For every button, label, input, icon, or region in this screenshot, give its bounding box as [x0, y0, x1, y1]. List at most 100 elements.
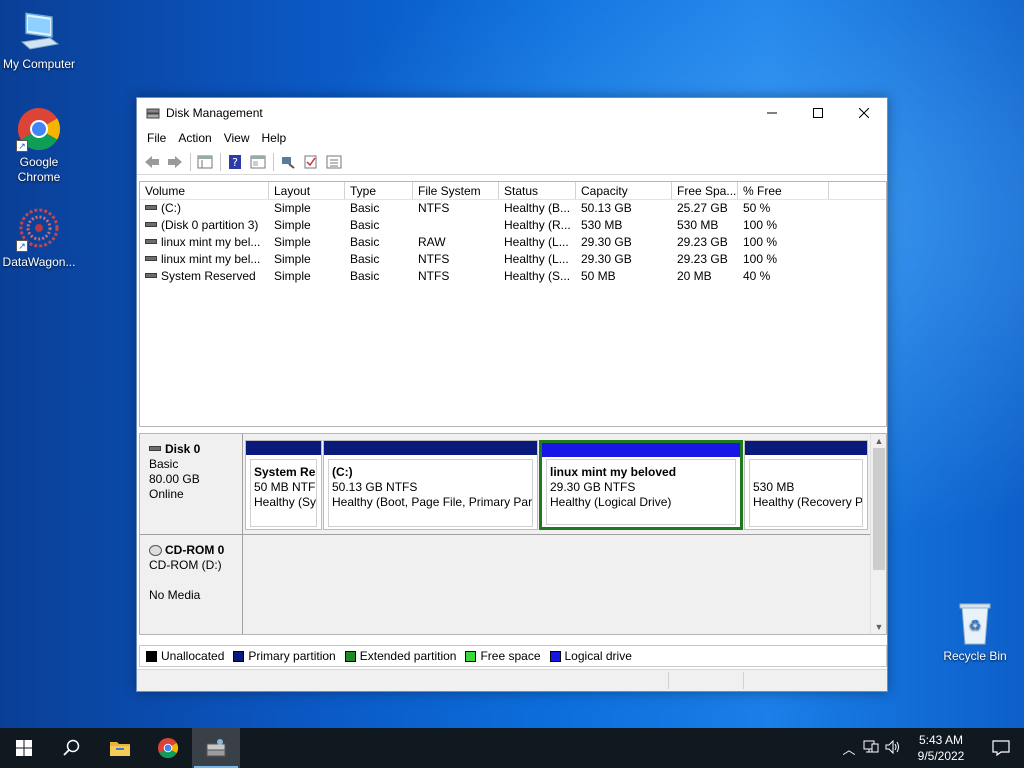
- cdrom-0-label[interactable]: CD-ROM 0 CD-ROM (D:) No Media: [140, 535, 243, 634]
- desktop-icon-label: Recycle Bin: [943, 649, 1007, 663]
- cell-layout: Simple: [274, 252, 311, 266]
- properties-icon: [197, 155, 213, 168]
- system-tray: ︿ 5:43 AM 9/5/2022: [838, 728, 1024, 768]
- disk-0-label[interactable]: Disk 0 Basic 80.00 GB Online: [140, 434, 243, 534]
- search-icon: [63, 739, 80, 756]
- search-button[interactable]: [48, 728, 96, 768]
- cell-free-space: 29.23 GB: [677, 235, 728, 249]
- column-header-capacity[interactable]: Capacity: [576, 182, 672, 199]
- back-icon: [145, 155, 159, 168]
- table-row[interactable]: linux mint my bel... Simple Basic NTFS H…: [140, 251, 886, 268]
- partition-linux-mint-logical[interactable]: linux mint my beloved 29.30 GB NTFS Heal…: [539, 440, 743, 530]
- desktop-icon-datawagon[interactable]: ↗ DataWagon...: [0, 206, 78, 270]
- toolbar-separator: [273, 152, 274, 171]
- list-view-button[interactable]: [323, 152, 345, 172]
- partition-c-drive[interactable]: (C:) 50.13 GB NTFS Healthy (Boot, Page F…: [323, 440, 538, 530]
- list-view-icon: [326, 155, 342, 168]
- minimize-button[interactable]: [749, 98, 795, 127]
- cell-type: Basic: [350, 218, 380, 232]
- menu-file[interactable]: File: [141, 131, 172, 145]
- connect-button[interactable]: [277, 152, 299, 172]
- legend-item: Primary partition: [233, 649, 336, 663]
- volume-icon: [145, 256, 157, 262]
- menu-help[interactable]: Help: [256, 131, 293, 145]
- vertical-scrollbar[interactable]: ▲ ▼: [870, 434, 886, 634]
- clock-time: 5:43 AM: [918, 733, 964, 747]
- cell-file-system: NTFS: [418, 269, 450, 283]
- cell-status: Healthy (L...: [504, 235, 569, 249]
- toolbar-separator: [190, 152, 191, 171]
- minimize-icon: [767, 112, 777, 113]
- column-header-volume[interactable]: Volume: [140, 182, 269, 199]
- volume-icon: [145, 273, 157, 279]
- console-tree-button[interactable]: [247, 152, 269, 172]
- help-icon: ?: [229, 154, 241, 169]
- cell-type: Basic: [350, 252, 380, 266]
- desktop-icon-google-chrome[interactable]: ↗ Google Chrome: [0, 106, 78, 185]
- console-tree-icon: [250, 155, 266, 168]
- legend-item: Logical drive: [549, 649, 632, 663]
- legend: Unallocated Primary partition Extended p…: [139, 645, 887, 667]
- taskbar-chrome[interactable]: [144, 728, 192, 768]
- menu-view[interactable]: View: [218, 131, 256, 145]
- notification-center-button[interactable]: [978, 740, 1024, 756]
- legend-swatch-logical: [549, 650, 561, 662]
- partition-recovery[interactable]: 530 MB Healthy (Recovery Pa: [744, 440, 868, 530]
- disk-graphical-view: Disk 0 Basic 80.00 GB Online System Res …: [139, 433, 887, 635]
- column-header-empty: [829, 182, 886, 199]
- disk-0-row: Disk 0 Basic 80.00 GB Online System Res …: [140, 434, 872, 534]
- shortcut-arrow-icon: ↗: [16, 140, 28, 152]
- forward-button[interactable]: [164, 152, 186, 172]
- column-header-percent-free[interactable]: % Free: [738, 182, 829, 199]
- back-button[interactable]: [141, 152, 163, 172]
- partition-system-reserved[interactable]: System Res 50 MB NTFS Healthy (Sys: [245, 440, 322, 530]
- taskbar-file-explorer[interactable]: [96, 728, 144, 768]
- cell-capacity: 50.13 GB: [581, 201, 632, 215]
- table-row[interactable]: (C:) Simple Basic NTFS Healthy (B... 50.…: [140, 200, 886, 217]
- cell-file-system: NTFS: [418, 252, 450, 266]
- legend-swatch-primary: [233, 650, 245, 662]
- scroll-up-icon[interactable]: ▲: [871, 434, 886, 448]
- cell-percent-free: 100 %: [743, 252, 778, 266]
- scroll-down-icon[interactable]: ▼: [871, 620, 886, 634]
- scroll-thumb[interactable]: [873, 448, 885, 570]
- chevron-up-icon[interactable]: ︿: [838, 739, 860, 758]
- checklist-button[interactable]: [300, 152, 322, 172]
- table-row[interactable]: (Disk 0 partition 3) Simple Basic Health…: [140, 217, 886, 234]
- menu-action[interactable]: Action: [172, 131, 217, 145]
- cell-percent-free: 100 %: [743, 235, 778, 249]
- volume-icon: [145, 222, 157, 228]
- properties-button[interactable]: [194, 152, 216, 172]
- notification-icon: [992, 740, 1010, 756]
- start-button[interactable]: [0, 728, 48, 768]
- column-header-status[interactable]: Status: [499, 182, 576, 199]
- recycle-bin-icon: ♻: [952, 600, 998, 646]
- menu-bar: File Action View Help: [137, 127, 887, 149]
- help-button[interactable]: ?: [224, 152, 246, 172]
- column-header-type[interactable]: Type: [345, 182, 413, 199]
- clock[interactable]: 5:43 AM 9/5/2022: [904, 732, 978, 764]
- disk-icon: [149, 446, 161, 452]
- close-icon: [859, 107, 869, 118]
- cell-file-system: NTFS: [418, 201, 450, 215]
- column-header-free-space[interactable]: Free Spa...: [672, 182, 738, 199]
- cell-free-space: 25.27 GB: [677, 201, 728, 215]
- taskbar-disk-management[interactable]: [192, 728, 240, 768]
- cdrom-0-type: CD-ROM (D:): [149, 558, 222, 572]
- computer-icon: [16, 8, 62, 54]
- title-bar[interactable]: Disk Management: [137, 98, 887, 127]
- legend-swatch-free-space: [465, 650, 477, 662]
- cell-capacity: 29.30 GB: [581, 235, 632, 249]
- close-button[interactable]: [841, 98, 887, 127]
- column-header-file-system[interactable]: File System: [413, 182, 499, 199]
- table-row[interactable]: System Reserved Simple Basic NTFS Health…: [140, 268, 886, 285]
- volume-icon[interactable]: [882, 739, 904, 757]
- desktop-icon-recycle-bin[interactable]: ♻ Recycle Bin: [936, 600, 1014, 664]
- cell-status: Healthy (S...: [504, 269, 571, 283]
- network-icon[interactable]: [860, 740, 882, 757]
- column-header-layout[interactable]: Layout: [269, 182, 345, 199]
- maximize-button[interactable]: [795, 98, 841, 127]
- table-row[interactable]: linux mint my bel... Simple Basic RAW He…: [140, 234, 886, 251]
- desktop-icon-my-computer[interactable]: My Computer: [0, 8, 78, 72]
- cell-layout: Simple: [274, 201, 311, 215]
